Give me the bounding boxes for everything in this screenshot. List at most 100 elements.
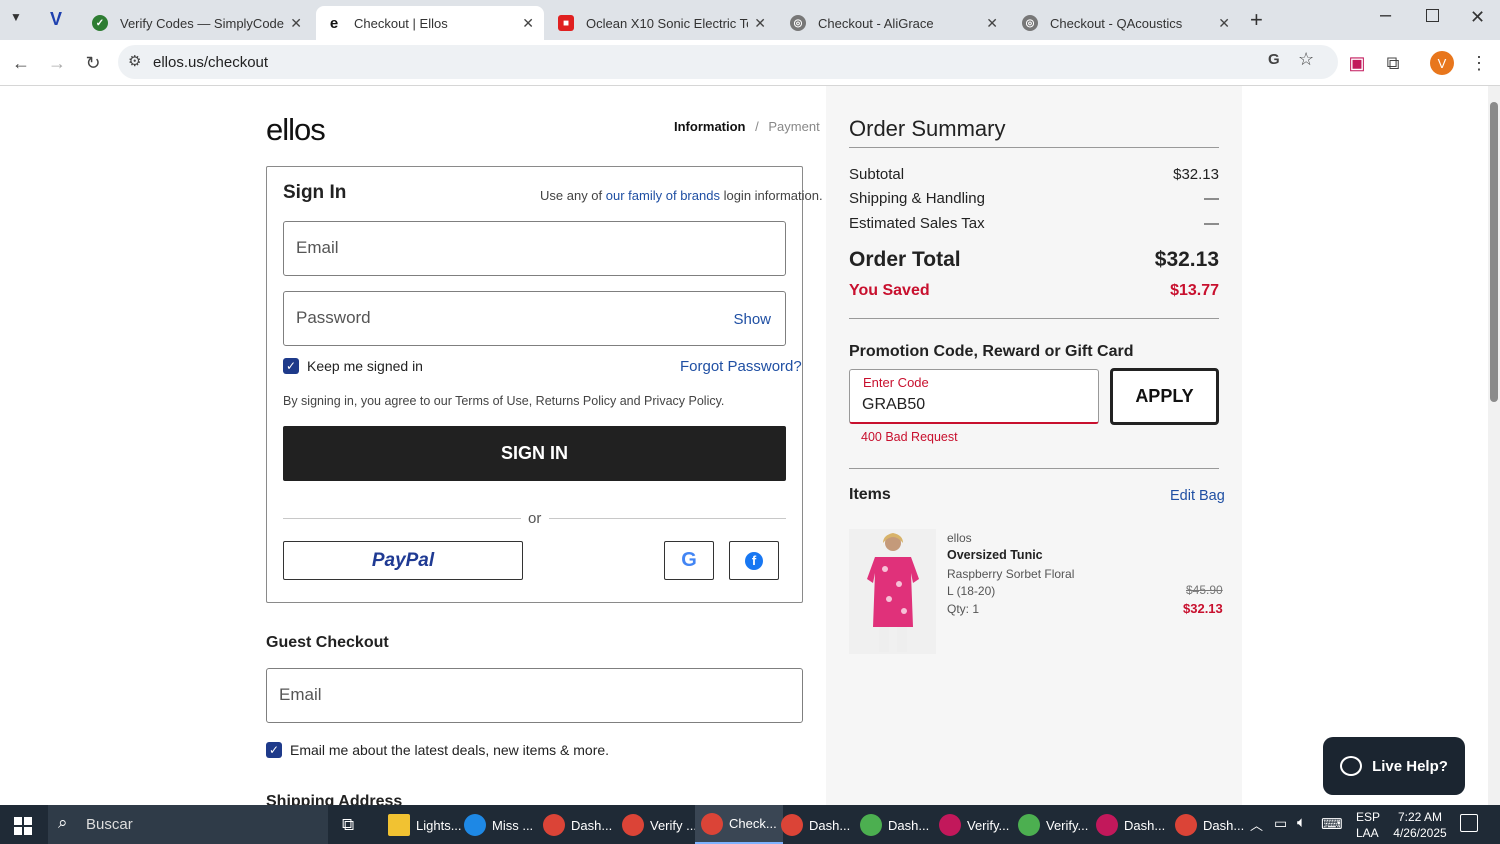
notifications-icon[interactable] <box>1460 814 1478 832</box>
taskbar-app[interactable]: Dash... <box>781 811 850 839</box>
live-help-button[interactable]: Live Help? <box>1323 737 1465 795</box>
globe-icon: ◎ <box>1022 15 1038 31</box>
email-placeholder: Email <box>296 238 339 257</box>
volume-icon[interactable]: 🔈︎ <box>1297 814 1306 831</box>
facebook-signin-button[interactable]: f <box>729 541 779 580</box>
taskbar-search-box[interactable]: ⌕ Buscar <box>48 805 328 844</box>
order-total-value: $32.13 <box>1154 248 1219 271</box>
taskbar-app[interactable]: Verify... <box>1018 811 1088 839</box>
puzzle-extensions-icon[interactable]: ⧉ <box>1380 50 1406 76</box>
tab-oclean[interactable]: ■ Oclean X10 Sonic Electric Tooth ✕ <box>548 6 776 40</box>
tax-label: Estimated Sales Tax <box>849 215 985 232</box>
menu-kebab-icon[interactable]: ⋮ <box>1466 50 1492 76</box>
item-size: L (18-20) <box>947 584 996 598</box>
show-password-button[interactable]: Show <box>733 311 771 328</box>
tab-search-button[interactable]: ▼ <box>10 10 22 24</box>
you-saved-label: You Saved <box>849 282 930 299</box>
profile-avatar[interactable]: V <box>1430 51 1454 75</box>
step-separator: / <box>755 119 759 134</box>
keep-signed-in-checkbox[interactable]: ✓ <box>283 358 299 374</box>
close-tab-icon[interactable]: ✕ <box>522 15 534 32</box>
taskbar-app[interactable]: Verify... <box>939 811 1009 839</box>
paypal-button[interactable]: PayPal <box>283 541 523 580</box>
tab-label: Checkout - AliGrace <box>818 15 934 31</box>
close-window-icon[interactable]: ✕ <box>1470 7 1485 28</box>
taskbar-app-label: Dash... <box>571 817 613 833</box>
subtotal-row: Subtotal $32.13 <box>849 166 1219 183</box>
page-scrollbar[interactable] <box>1488 86 1500 805</box>
you-saved-value: $13.77 <box>1170 282 1219 299</box>
item-brand: ellos <box>947 531 972 545</box>
keyboard-icon[interactable]: ⌨ <box>1321 815 1343 833</box>
item-qty: Qty: 1 <box>947 602 980 616</box>
taskbar-app[interactable]: Dash... <box>860 811 929 839</box>
taskbar-app[interactable]: Miss ... <box>464 811 533 839</box>
divider-left <box>283 518 521 519</box>
forgot-password-link[interactable]: Forgot Password? <box>680 358 802 375</box>
or-text: or <box>528 510 542 527</box>
signin-password-field[interactable]: Password Show <box>283 291 786 346</box>
reload-icon[interactable]: ↻ <box>80 50 106 76</box>
close-tab-icon[interactable]: ✕ <box>290 15 302 32</box>
translate-icon[interactable]: G <box>1268 51 1280 68</box>
taskbar-app-active[interactable]: Check... <box>695 805 783 844</box>
edit-bag-link[interactable]: Edit Bag <box>1170 488 1225 504</box>
browser-toolbar: ← → ↻ ⚙ ellos.us/checkout G ☆ ▣ ⧉ V ⋮ <box>0 40 1500 86</box>
maximize-icon[interactable] <box>1426 9 1439 22</box>
promo-code-input[interactable]: Enter Code GRAB50 <box>849 369 1099 424</box>
back-icon[interactable]: ← <box>8 50 34 76</box>
email-optin-checkbox[interactable]: ✓ <box>266 742 282 758</box>
taskbar-app[interactable]: Dash... <box>1175 811 1244 839</box>
item-original-price: $45.90 <box>1186 583 1223 597</box>
clock[interactable]: 7:22 AM 4/26/2025 <box>1390 809 1450 841</box>
email-placeholder: Email <box>279 685 322 704</box>
new-tab-icon[interactable]: + <box>1250 7 1263 33</box>
order-total-row: Order Total $32.13 <box>849 248 1219 272</box>
taskbar-app-label: Verify... <box>1046 817 1089 833</box>
close-tab-icon[interactable]: ✕ <box>986 15 998 32</box>
signin-button[interactable]: SIGN IN <box>283 426 786 481</box>
taskbar-app[interactable]: Lights... <box>388 811 462 839</box>
url-text[interactable]: ellos.us/checkout <box>153 54 268 71</box>
keyboard-layout: LAA <box>1356 826 1379 840</box>
task-view-icon[interactable]: ⧉ <box>342 815 354 835</box>
network-icon[interactable]: ▭ <box>1274 815 1287 832</box>
taskbar-app-label: Verify... <box>967 817 1010 833</box>
close-tab-icon[interactable]: ✕ <box>754 15 766 32</box>
signin-email-field[interactable]: Email <box>283 221 786 276</box>
taskbar-app[interactable]: Dash... <box>543 811 612 839</box>
site-info-icon[interactable]: ⚙ <box>128 52 141 70</box>
scrollbar-thumb[interactable] <box>1490 102 1498 402</box>
apply-button[interactable]: APPLY <box>1110 368 1219 425</box>
product-image[interactable] <box>849 529 936 654</box>
summary-divider <box>849 318 1219 319</box>
family-of-brands-link[interactable]: our family of brands <box>606 188 720 203</box>
tab-ellos-checkout[interactable]: e Checkout | Ellos ✕ <box>316 6 544 40</box>
bookmark-star-icon[interactable]: ☆ <box>1298 49 1314 70</box>
tab-aligrace[interactable]: ◎ Checkout - AliGrace ✕ <box>780 6 1008 40</box>
taskbar-app[interactable]: Verify ... <box>622 811 697 839</box>
address-bar[interactable]: ⚙ ellos.us/checkout G ☆ <box>118 45 1338 79</box>
extension-icon[interactable]: ▣ <box>1344 50 1370 76</box>
forward-icon[interactable]: → <box>44 50 70 76</box>
tab-qacoustics[interactable]: ◎ Checkout - QAcoustics ✕ <box>1012 6 1240 40</box>
windows-start-icon[interactable] <box>14 817 32 835</box>
taskbar-app[interactable]: Dash... <box>1096 811 1165 839</box>
ellos-logo[interactable]: ellos <box>266 112 326 148</box>
tray-chevron-icon[interactable]: ︿ <box>1250 815 1263 834</box>
tunic-photo-icon <box>867 533 919 652</box>
minimize-icon[interactable]: – <box>1380 4 1391 27</box>
chrome-icon <box>1175 814 1197 836</box>
item-name[interactable]: Oversized Tunic <box>947 548 1043 562</box>
facebook-icon: f <box>745 551 763 570</box>
vercel-tab-icon[interactable]: V <box>50 9 62 30</box>
guest-email-field[interactable]: Email <box>266 668 803 723</box>
language-indicator[interactable]: ESP LAA <box>1356 809 1380 841</box>
close-tab-icon[interactable]: ✕ <box>1218 15 1230 32</box>
google-signin-button[interactable]: G <box>664 541 714 580</box>
tab-simplycodes[interactable]: ✓ Verify Codes — SimplyCodes ✕ <box>82 6 312 40</box>
checkout-page: ellos Information / Payment Sign In Use … <box>0 86 1488 805</box>
keep-signed-in-label[interactable]: Keep me signed in <box>307 358 423 374</box>
step-payment: Payment <box>768 119 820 134</box>
email-optin-label[interactable]: Email me about the latest deals, new ite… <box>290 742 609 758</box>
